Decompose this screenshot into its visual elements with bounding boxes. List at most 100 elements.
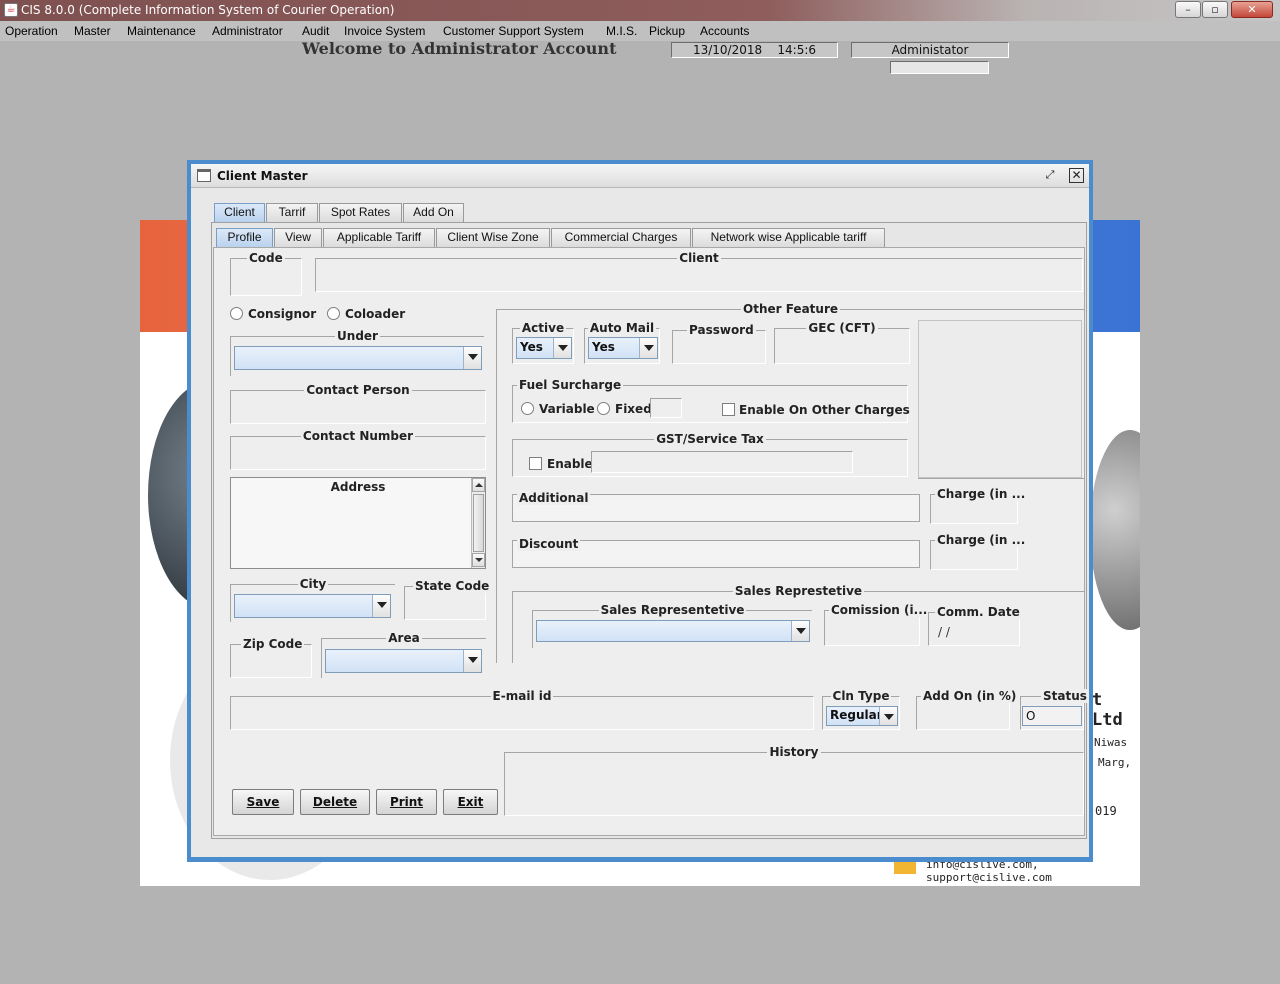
- menu-maintenance[interactable]: Maintenance: [127, 24, 196, 38]
- client-master-dialog: Client Master ⤢ ✕ Client Tarrif Spot Rat…: [187, 160, 1093, 862]
- add-on-label: Add On (in %): [921, 689, 1019, 703]
- charge2-group: Charge (in ...: [930, 533, 1028, 570]
- variable-radio[interactable]: [521, 402, 534, 415]
- tab-profile[interactable]: Profile: [216, 228, 273, 247]
- menu-accounts[interactable]: Accounts: [700, 24, 749, 38]
- comm-date-label: Comm. Date: [935, 605, 1022, 619]
- cln-type-select[interactable]: Regular: [826, 706, 898, 726]
- menu-customer-support-system[interactable]: Customer Support System: [443, 24, 584, 38]
- status-input[interactable]: O: [1022, 706, 1082, 726]
- coloader-radio[interactable]: [327, 307, 340, 320]
- status-label: Status: [1041, 689, 1089, 703]
- enable-other-charges-label: Enable On Other Charges: [739, 403, 910, 417]
- menu-pickup[interactable]: Pickup: [649, 24, 685, 38]
- additional-input[interactable]: Additional: [512, 491, 920, 522]
- active-label: Active: [519, 321, 567, 335]
- fixed-value-input[interactable]: [650, 398, 682, 418]
- tab-network-wise-applicable-tariff[interactable]: Network wise Applicable tariff: [692, 228, 885, 247]
- commission-input[interactable]: [826, 618, 918, 644]
- under-label: Under: [335, 329, 380, 343]
- photo-panel: [918, 320, 1082, 478]
- gst-input[interactable]: [591, 451, 853, 473]
- status-box: [890, 61, 989, 74]
- zip-code-input[interactable]: [232, 652, 310, 676]
- under-select[interactable]: [234, 346, 482, 370]
- menu-audit[interactable]: Audit: [302, 24, 329, 38]
- tab-view[interactable]: View: [274, 228, 322, 247]
- restore-icon[interactable]: ⤢: [1043, 169, 1057, 183]
- cln-type-label: Cln Type: [830, 689, 892, 703]
- state-code-input[interactable]: [406, 594, 484, 618]
- state-code-label: State Code: [413, 579, 492, 593]
- auto-mail-select[interactable]: Yes: [588, 337, 658, 359]
- gec-input[interactable]: [776, 336, 908, 362]
- address-fragment-1: Niwas: [1094, 736, 1128, 749]
- user-display: Administator: [851, 42, 1009, 58]
- charge1-label: Charge (in ...: [935, 487, 1028, 501]
- address-textarea[interactable]: Address: [230, 477, 486, 569]
- contact-number-input[interactable]: [232, 444, 484, 468]
- chevron-down-icon: [879, 707, 897, 725]
- tab-tarrif[interactable]: Tarrif: [266, 203, 318, 222]
- password-label: Password: [687, 323, 756, 337]
- menu-administrator[interactable]: Administrator: [212, 24, 283, 38]
- code-input[interactable]: [232, 266, 300, 294]
- close-button[interactable]: ✕: [1231, 1, 1273, 18]
- menu-operation[interactable]: Operation: [5, 24, 58, 38]
- date-display: 13/10/2018: [692, 43, 763, 57]
- auto-mail-value: Yes: [592, 340, 615, 354]
- client-input[interactable]: [317, 266, 1081, 290]
- exit-button[interactable]: Exit: [443, 789, 498, 815]
- sales-rep-group-label: Sales Represtetive: [732, 584, 865, 598]
- gst-enable-label: Enable: [547, 457, 593, 471]
- sales-rep-select[interactable]: [536, 620, 810, 642]
- email-label: E-mail id: [490, 689, 554, 703]
- chevron-down-icon: [372, 595, 390, 617]
- scroll-down-icon[interactable]: [472, 553, 485, 567]
- app-title-bar: ☕ CIS 8.0.0 (Complete Information System…: [0, 0, 1280, 21]
- minimize-button[interactable]: –: [1175, 1, 1201, 18]
- password-input[interactable]: [674, 338, 764, 362]
- tab-client[interactable]: Client: [214, 203, 265, 222]
- menu-mis[interactable]: M.I.S.: [606, 24, 637, 38]
- maximize-button[interactable]: ▫: [1202, 1, 1228, 18]
- email-input[interactable]: [232, 704, 812, 728]
- code-label: Code: [247, 251, 285, 265]
- menu-invoice-system[interactable]: Invoice System: [344, 24, 425, 38]
- consignor-radio[interactable]: [230, 307, 243, 320]
- enable-other-charges-checkbox[interactable]: [722, 403, 735, 416]
- area-label: Area: [386, 631, 422, 645]
- add-on-input[interactable]: [918, 704, 1008, 728]
- dialog-close-icon[interactable]: ✕: [1069, 168, 1084, 183]
- tab-applicable-tariff[interactable]: Applicable Tariff: [323, 228, 435, 247]
- zip-code-label: Zip Code: [241, 637, 305, 651]
- sales-rep-label: Sales Representetive: [598, 603, 747, 617]
- tab-spot-rates[interactable]: Spot Rates: [319, 203, 402, 222]
- address-scrollbar[interactable]: [471, 478, 485, 568]
- contact-person-input[interactable]: [232, 398, 484, 422]
- discount-input[interactable]: Discount: [512, 537, 920, 568]
- tab-add-on[interactable]: Add On: [403, 203, 464, 222]
- coloader-label: Coloader: [345, 307, 406, 321]
- area-select[interactable]: [325, 649, 482, 673]
- comm-date-value[interactable]: / /: [938, 625, 950, 639]
- dialog-body: Client Tarrif Spot Rates Add On Profile …: [191, 188, 1089, 857]
- scroll-thumb[interactable]: [473, 494, 484, 552]
- menu-master[interactable]: Master: [74, 24, 111, 38]
- save-button[interactable]: Save: [232, 789, 294, 815]
- client-label: Client: [677, 251, 721, 265]
- city-select[interactable]: [234, 594, 391, 618]
- print-button[interactable]: Print: [376, 789, 437, 815]
- gst-enable-checkbox[interactable]: [529, 457, 542, 470]
- active-select[interactable]: Yes: [516, 337, 572, 359]
- scroll-up-icon[interactable]: [472, 478, 485, 492]
- fuel-surcharge-label: Fuel Surcharge: [517, 378, 624, 392]
- tab-client-wise-zone[interactable]: Client Wise Zone: [436, 228, 550, 247]
- address-fragment-2: Marg,: [1098, 756, 1132, 769]
- tab-commercial-charges[interactable]: Commercial Charges: [551, 228, 691, 247]
- splash-globe-right: [1090, 430, 1140, 630]
- history-textarea[interactable]: [506, 760, 1082, 814]
- menu-bar: Operation Master Maintenance Administrat…: [0, 21, 1280, 41]
- delete-button[interactable]: Delete: [300, 789, 370, 815]
- fixed-radio[interactable]: [597, 402, 610, 415]
